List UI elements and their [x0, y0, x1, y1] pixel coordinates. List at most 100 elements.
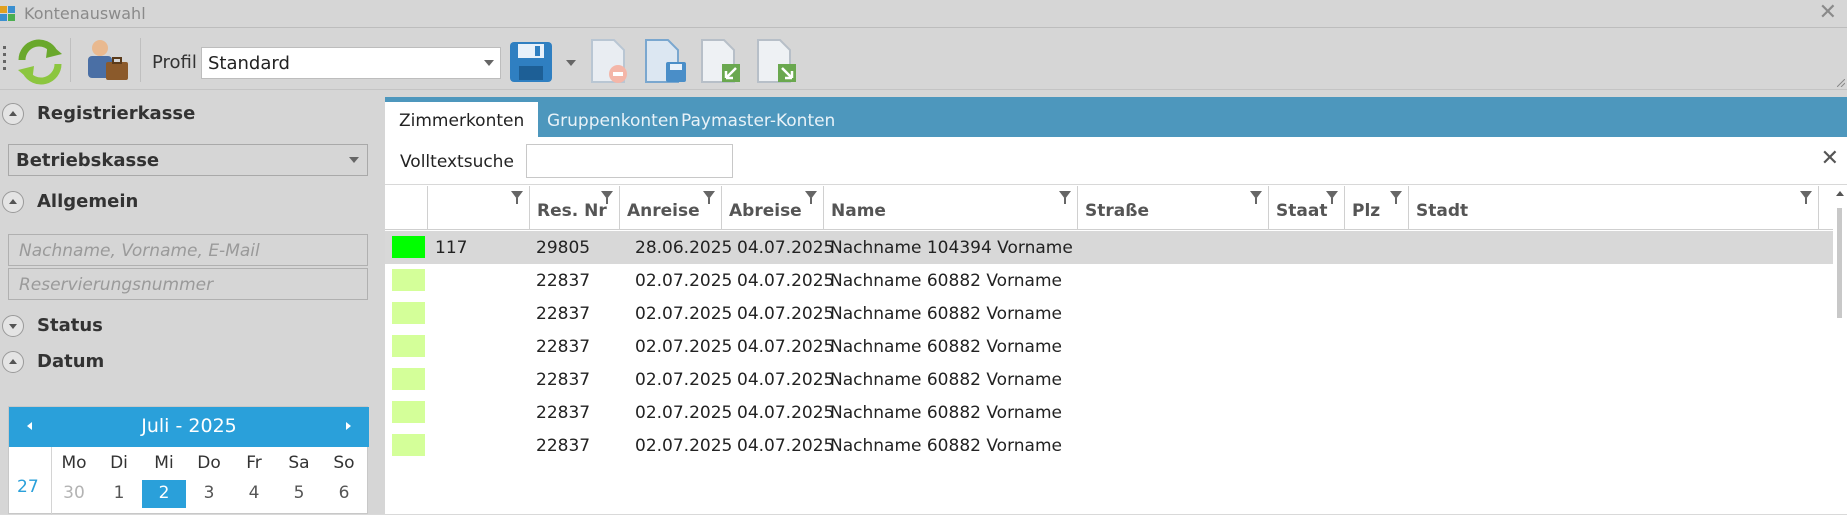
section-allgemein-label: Allgemein [37, 191, 139, 212]
scroll-up-icon[interactable] [1836, 191, 1844, 196]
filter-icon[interactable] [1250, 191, 1262, 204]
refresh-button[interactable] [14, 36, 66, 86]
calendar-day[interactable]: 6 [322, 483, 366, 503]
fulltext-search-input[interactable] [526, 144, 733, 178]
cell-abreise: 04.07.2025 [737, 403, 835, 423]
cell-resnr: 22837 [536, 436, 591, 456]
column-header-label: Abreise [729, 201, 802, 221]
cell-anreise: 02.07.2025 [635, 403, 733, 423]
weekday-label: Fr [246, 453, 262, 473]
cell-name: Nachname 60882 Vorname [830, 403, 1062, 423]
calendar-day[interactable]: 3 [187, 483, 231, 503]
column-header[interactable] [385, 186, 428, 230]
export-button[interactable] [752, 36, 804, 86]
accounts-panel: Zimmerkonten Gruppenkonten Paymaster-Kon… [385, 97, 1847, 514]
registrierkasse-select[interactable]: Betriebskasse [8, 144, 368, 176]
filter-icon[interactable] [1800, 191, 1812, 204]
cell-resnr: 22837 [536, 403, 591, 423]
calendar-day[interactable]: 2 [142, 480, 186, 508]
collapse-icon[interactable] [2, 191, 24, 213]
fulltext-search-label: Volltextsuche [400, 152, 514, 172]
filter-icon[interactable] [1059, 191, 1071, 204]
calendar-week-column: 27 [9, 447, 52, 515]
calendar-month-title[interactable]: Juli - 2025 [9, 415, 369, 437]
table-row[interactable]: 22837 02.07.2025 04.07.2025 Nachname 60882 … [385, 396, 1833, 429]
user-accounts-button[interactable] [80, 36, 132, 86]
calendar-day[interactable]: 30 [52, 483, 96, 503]
scrollbar-thumb[interactable] [1837, 208, 1842, 318]
column-header[interactable] [428, 186, 530, 230]
registrierkasse-select-value: Betriebskasse [16, 150, 160, 171]
name-email-input[interactable]: Nachname, Vorname, E-Mail [8, 234, 368, 266]
collapse-icon[interactable] [2, 351, 24, 373]
import-document-icon [701, 39, 740, 83]
clear-search-icon[interactable]: ✕ [1821, 148, 1839, 170]
cell-abreise: 04.07.2025 [737, 337, 835, 357]
table-row[interactable]: 22837 02.07.2025 04.07.2025 Nachname 60882 … [385, 264, 1833, 297]
filter-icon[interactable] [1326, 191, 1338, 204]
filter-icon[interactable] [805, 191, 817, 204]
column-header[interactable]: Name [824, 186, 1078, 230]
tab-paymaster-konten[interactable]: Paymaster-Konten [667, 102, 849, 137]
user-briefcase-icon [88, 40, 128, 80]
column-header[interactable]: Res. Nr [530, 186, 620, 230]
cell-anreise: 02.07.2025 [635, 271, 733, 291]
filter-icon[interactable] [511, 191, 523, 204]
section-registrierkasse[interactable]: Registrierkasse [0, 96, 380, 130]
toolbar: Profil Standard [0, 32, 1847, 90]
section-datum[interactable]: Datum [0, 344, 380, 378]
collapse-icon[interactable] [2, 103, 24, 125]
vertical-scrollbar[interactable] [1833, 186, 1847, 514]
save-as-button[interactable] [640, 36, 692, 86]
toolbar-grip[interactable] [3, 46, 6, 74]
table-row[interactable]: 22837 02.07.2025 04.07.2025 Nachname 60882 … [385, 297, 1833, 330]
column-header[interactable]: Straße [1078, 186, 1269, 230]
tab-zimmerkonten[interactable]: Zimmerkonten [385, 102, 539, 137]
cell-abreise: 04.07.2025 [737, 304, 835, 324]
weekday-label: Di [110, 453, 128, 473]
calendar-day[interactable]: 1 [97, 483, 141, 503]
filter-icon[interactable] [1390, 191, 1402, 204]
profile-label: Profil [152, 52, 197, 73]
close-window-icon[interactable]: ✕ [1819, 2, 1837, 24]
calendar-day-row: 30 1 2 3 4 5 6 [52, 480, 368, 513]
column-header[interactable]: Plz [1345, 186, 1409, 230]
column-header-label: Res. Nr [537, 201, 607, 221]
table-row[interactable]: 22837 02.07.2025 04.07.2025 Nachname 60882 … [385, 330, 1833, 363]
column-header[interactable]: Staat [1269, 186, 1345, 230]
filter-icon[interactable] [601, 191, 613, 204]
weekday-label: Sa [288, 453, 310, 473]
filter-icon[interactable] [703, 191, 715, 204]
cell-anreise: 02.07.2025 [635, 337, 733, 357]
calendar-day[interactable]: 5 [277, 483, 321, 503]
status-color-indicator [392, 302, 425, 324]
weekday-label: So [333, 453, 355, 473]
export-document-icon [757, 39, 796, 83]
import-button[interactable] [696, 36, 748, 86]
column-header[interactable]: Stadt [1409, 186, 1819, 230]
profile-select[interactable]: Standard [201, 47, 501, 79]
reservation-number-input[interactable]: Reservierungsnummer [8, 268, 368, 300]
column-header[interactable]: Anreise [620, 186, 722, 230]
next-month-icon[interactable] [346, 422, 351, 430]
save-dropdown-icon[interactable] [566, 60, 576, 66]
toolbar-overflow-icon[interactable] [1837, 79, 1845, 87]
column-header[interactable]: Abreise [722, 186, 824, 230]
column-header-label: Plz [1352, 201, 1381, 221]
save-profile-button[interactable] [506, 36, 558, 86]
column-header-label: Stadt [1416, 201, 1469, 221]
section-status[interactable]: Status [0, 308, 380, 342]
cell-resnr: 22837 [536, 370, 591, 390]
chevron-down-icon [484, 60, 494, 66]
cell-name: Nachname 104394 Vorname [830, 238, 1073, 258]
cell-name: Nachname 60882 Vorname [830, 436, 1062, 456]
cell-abreise: 04.07.2025 [737, 370, 835, 390]
table-row[interactable]: 117 29805 28.06.2025 04.07.2025 Nachname 104… [385, 231, 1833, 264]
delete-profile-button[interactable] [584, 36, 636, 86]
expand-icon[interactable] [2, 315, 24, 337]
table-row[interactable]: 22837 02.07.2025 04.07.2025 Nachname 60882 … [385, 363, 1833, 396]
table-row[interactable]: 22837 02.07.2025 04.07.2025 Nachname 60882 … [385, 429, 1833, 462]
cell-anreise: 02.07.2025 [635, 436, 733, 456]
calendar-day[interactable]: 4 [232, 483, 276, 503]
section-allgemein[interactable]: Allgemein [0, 184, 380, 218]
